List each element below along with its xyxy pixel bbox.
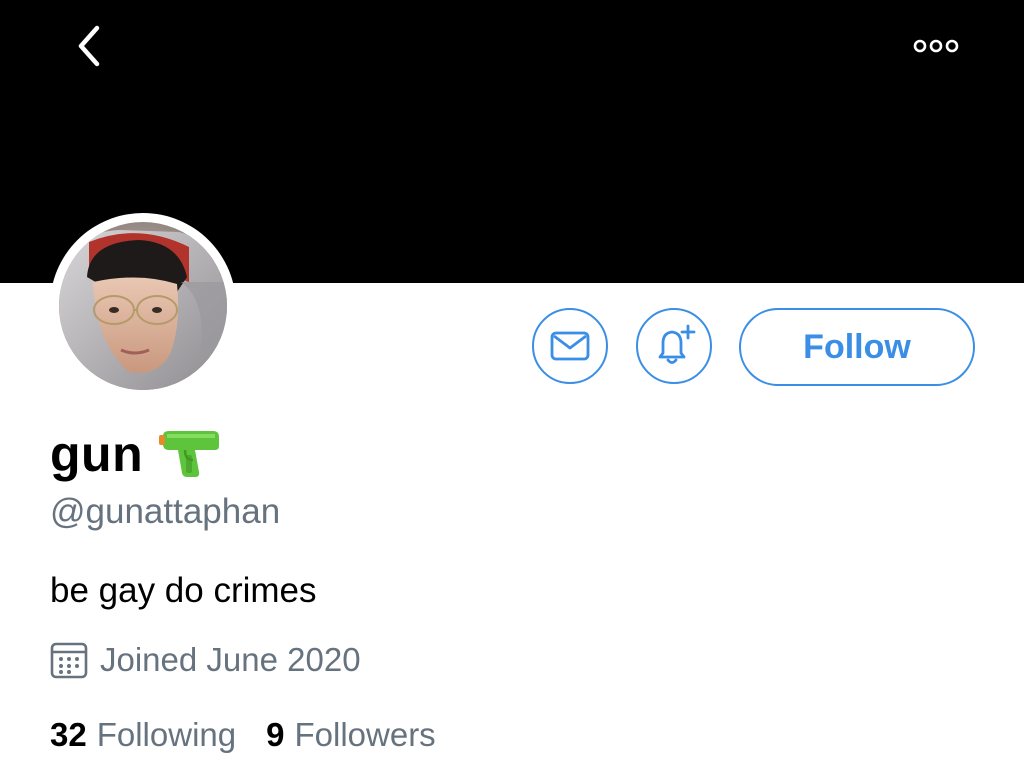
display-name: gun	[50, 426, 144, 482]
water-pistol-icon	[159, 431, 220, 477]
notifications-button[interactable]	[636, 308, 712, 384]
followers-label: Followers	[294, 716, 436, 753]
following-label: Following	[96, 716, 237, 753]
display-name-row: gun	[50, 424, 221, 484]
follow-stats: 32 Following 9 Followers	[50, 712, 436, 758]
follow-button[interactable]: Follow	[739, 308, 975, 386]
bio-text: be gay do crimes	[50, 571, 317, 610]
more-options-button[interactable]	[900, 22, 972, 70]
avatar[interactable]	[59, 222, 227, 390]
back-button[interactable]	[60, 18, 116, 74]
avatar-ring	[50, 213, 236, 399]
user-handle: @gunattaphan	[50, 492, 281, 531]
message-button[interactable]	[532, 308, 608, 384]
profile-page: Follow gun @gunattaphan be gay do crimes…	[0, 0, 1024, 772]
followers-count: 9	[266, 716, 285, 753]
mail-icon	[550, 331, 590, 361]
followers-stat[interactable]: 9 Followers	[266, 716, 436, 754]
joined-date: Joined June 2020	[100, 641, 361, 678]
calendar-icon	[50, 642, 88, 679]
avatar-photo	[59, 222, 227, 390]
joined-date-row: Joined June 2020	[50, 638, 361, 682]
following-count: 32	[50, 716, 87, 753]
more-dots-icon	[913, 39, 959, 53]
chevron-left-icon	[78, 25, 100, 67]
bell-plus-icon	[658, 324, 696, 364]
following-stat[interactable]: 32 Following	[50, 716, 236, 754]
